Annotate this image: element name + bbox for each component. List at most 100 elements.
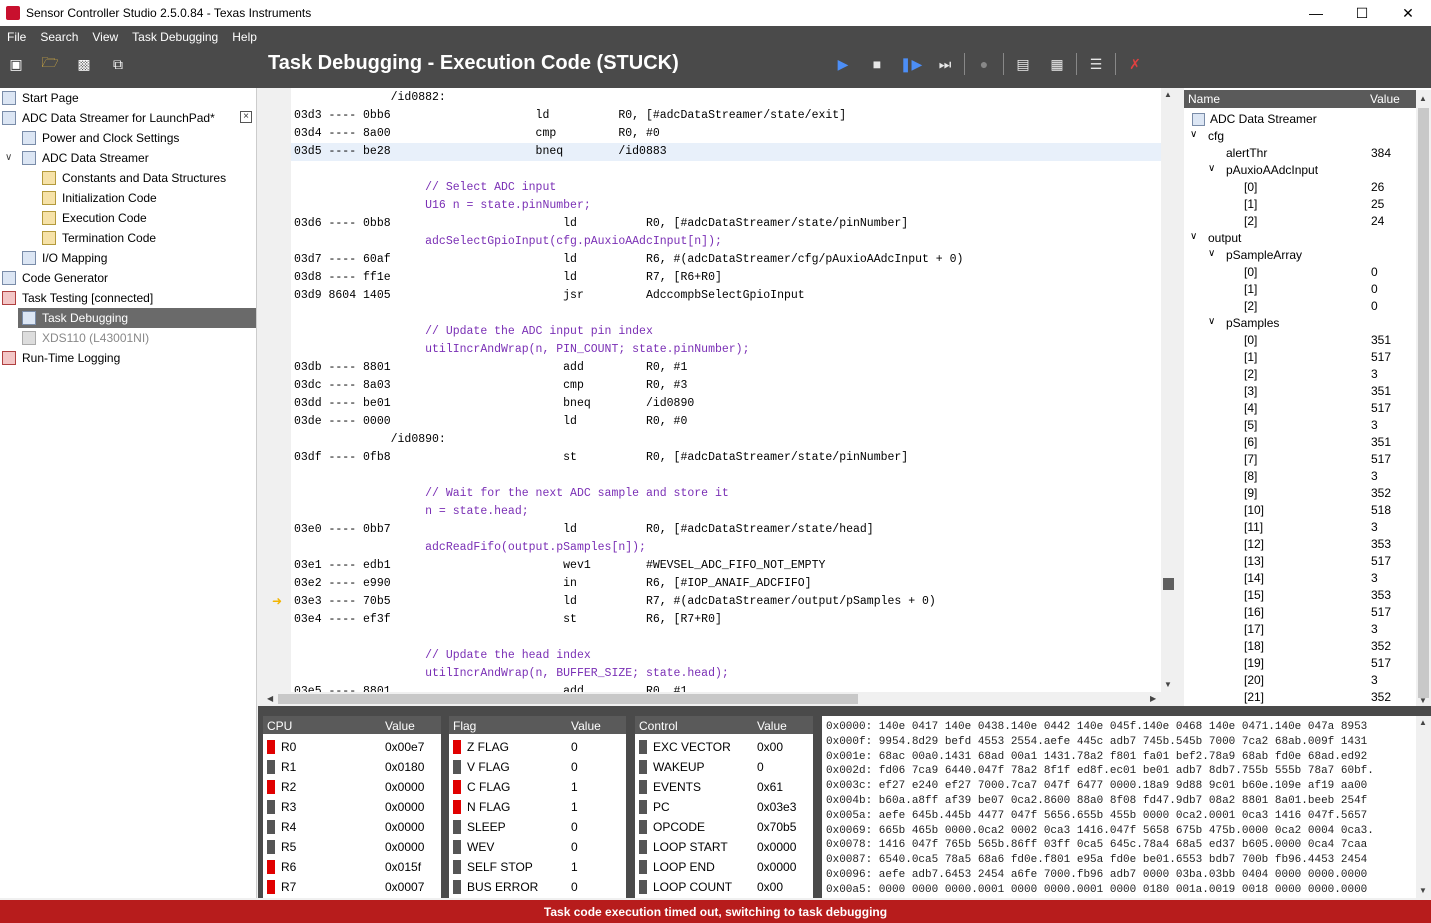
code-line[interactable]: 03d4 ---- 8a00 cmp R0, #0: [294, 125, 660, 143]
menu-file[interactable]: File: [0, 30, 33, 44]
editor-vertical-scrollbar[interactable]: ▲ ▼: [1161, 88, 1176, 692]
scroll-up-icon[interactable]: ▲: [1419, 94, 1427, 103]
register-row[interactable]: LOOP COUNT 0x00: [635, 877, 813, 897]
code-line[interactable]: 03d8 ---- ff1e ld R7, [R6+R0]: [294, 269, 722, 287]
watch-row[interactable]: [3] 351: [1186, 383, 1416, 400]
collapse-icon[interactable]: ∨: [1208, 248, 1215, 259]
watch-row[interactable]: ∨ pSamples: [1186, 315, 1416, 332]
code-line[interactable]: adcReadFifo(output.pSamples[n]);: [294, 539, 646, 557]
watch-row[interactable]: [14] 3: [1186, 570, 1416, 587]
menu-view[interactable]: View: [85, 30, 125, 44]
watch-scrollbar[interactable]: ▲ ▼: [1416, 90, 1431, 706]
hex-line[interactable]: 0x0069: 665b 465b 0000.0ca2 0002 0ca3 14…: [826, 824, 1374, 839]
register-row[interactable]: SLEEP 0: [449, 817, 626, 837]
code-line[interactable]: adcSelectGpioInput(cfg.pAuxioAAdcInput[n…: [294, 233, 722, 251]
open-folder-icon[interactable]: 🗁: [40, 54, 60, 74]
tree-exec-code[interactable]: Execution Code: [42, 208, 256, 228]
code-line[interactable]: 03e1 ---- edb1 wev1 #WEVSEL_ADC_FIFO_NOT…: [294, 557, 825, 575]
watch-row[interactable]: [0] 26: [1186, 179, 1416, 196]
hex-line[interactable]: 0x0000: 140e 0417 140e 0438.140e 0442 14…: [826, 720, 1367, 735]
register-row[interactable]: LOOP END 0x0000: [635, 857, 813, 877]
watch-row[interactable]: [2] 24: [1186, 213, 1416, 230]
code-line[interactable]: 03e3 ---- 70b5 ld R7, #(adcDataStreamer/…: [294, 593, 936, 611]
hex-line[interactable]: 0x00a5: 0000 0000 0000.0001 0000 0000.00…: [826, 883, 1367, 898]
breakpoint-icon[interactable]: ●: [967, 50, 1001, 78]
register-row[interactable]: R6 0x015f: [263, 857, 441, 877]
register-row[interactable]: C FLAG 1: [449, 777, 626, 797]
tree-start-page[interactable]: Start Page: [2, 88, 256, 108]
save-icon[interactable]: ▩: [74, 54, 94, 74]
code-line[interactable]: // Update the head index: [294, 647, 591, 665]
register-row[interactable]: EXC VECTOR 0x00: [635, 737, 813, 757]
code-line[interactable]: n = state.head;: [294, 503, 529, 521]
code-line[interactable]: 03e4 ---- ef3f st R6, [R7+R0]: [294, 611, 722, 629]
menu-search[interactable]: Search: [33, 30, 85, 44]
watch-row[interactable]: [8] 3: [1186, 468, 1416, 485]
register-row[interactable]: R3 0x0000: [263, 797, 441, 817]
list-view-icon[interactable]: ☰: [1079, 50, 1113, 78]
tree-task-testing[interactable]: Task Testing [connected]: [2, 288, 256, 308]
watch-row[interactable]: [0] 351: [1186, 332, 1416, 349]
collapse-icon[interactable]: ∨: [1190, 231, 1197, 242]
hex-scrollbar[interactable]: ▲ ▼: [1416, 716, 1431, 898]
document-view-icon[interactable]: ▦: [1040, 50, 1074, 78]
step-wev-icon[interactable]: ⏭: [928, 50, 962, 78]
code-line[interactable]: 03dc ---- 8a03 cmp R0, #3: [294, 377, 687, 395]
watch-row[interactable]: [15] 353: [1186, 587, 1416, 604]
code-line[interactable]: 03d7 ---- 60af ld R6, #(adcDataStreamer/…: [294, 251, 963, 269]
save-all-icon[interactable]: ⧉: [108, 54, 128, 74]
disconnect-icon[interactable]: ✗: [1118, 50, 1152, 78]
watch-row[interactable]: [21] 352: [1186, 689, 1416, 706]
code-line[interactable]: 03d3 ---- 0bb6 ld R0, [#adcDataStreamer/…: [294, 107, 846, 125]
tree-runtime-logging[interactable]: Run-Time Logging: [2, 348, 256, 368]
watch-row[interactable]: ∨ pSampleArray: [1186, 247, 1416, 264]
code-view-icon[interactable]: ▤: [1006, 50, 1040, 78]
tree-code-generator[interactable]: Code Generator: [2, 268, 256, 288]
scrollbar-thumb[interactable]: [278, 694, 858, 704]
collapse-icon[interactable]: ∨: [1208, 163, 1215, 174]
close-button[interactable]: ✕: [1385, 0, 1431, 26]
watch-row[interactable]: [10] 518: [1186, 502, 1416, 519]
watch-row[interactable]: ∨ output: [1186, 230, 1416, 247]
register-row[interactable]: WAKEUP 0: [635, 757, 813, 777]
watch-row[interactable]: [1] 0: [1186, 281, 1416, 298]
register-row[interactable]: WEV 0: [449, 837, 626, 857]
tree-init-code[interactable]: Initialization Code: [42, 188, 256, 208]
watch-row[interactable]: [0] 0: [1186, 264, 1416, 281]
maximize-button[interactable]: ☐: [1339, 0, 1385, 26]
menu-task-debugging[interactable]: Task Debugging: [125, 30, 225, 44]
scrollbar-thumb[interactable]: [1418, 108, 1429, 698]
hex-line[interactable]: 0x005a: aefe 645b.445b 4477 047f 5656.65…: [826, 809, 1367, 824]
watch-row[interactable]: [18] 352: [1186, 638, 1416, 655]
minimize-button[interactable]: —: [1293, 0, 1339, 26]
watch-row[interactable]: [19] 517: [1186, 655, 1416, 672]
menu-help[interactable]: Help: [225, 30, 264, 44]
watch-row[interactable]: [2] 3: [1186, 366, 1416, 383]
tree-constants[interactable]: Constants and Data Structures: [42, 168, 256, 188]
watch-row[interactable]: [11] 3: [1186, 519, 1416, 536]
watch-row[interactable]: [12] 353: [1186, 536, 1416, 553]
watch-row[interactable]: [9] 352: [1186, 485, 1416, 502]
code-line[interactable]: 03d5 ---- be28 bneq /id0883: [294, 143, 667, 161]
scroll-left-icon[interactable]: ◀: [267, 694, 273, 703]
scrollbar-thumb[interactable]: [1163, 578, 1174, 590]
code-line[interactable]: utilIncrAndWrap(n, BUFFER_SIZE; state.he…: [294, 665, 729, 683]
scroll-up-icon[interactable]: ▲: [1164, 90, 1172, 99]
collapse-icon[interactable]: ∨: [1208, 316, 1215, 327]
scroll-down-icon[interactable]: ▼: [1419, 696, 1427, 705]
collapse-icon[interactable]: ∨: [5, 152, 12, 163]
scroll-down-icon[interactable]: ▼: [1419, 886, 1427, 895]
tree-xds110[interactable]: XDS110 (L43001NI): [22, 328, 256, 348]
code-line[interactable]: 03d9 8604 1405 jsr AdccompbSelectGpioInp…: [294, 287, 805, 305]
watch-row[interactable]: [17] 3: [1186, 621, 1416, 638]
scroll-up-icon[interactable]: ▲: [1419, 718, 1427, 727]
memory-hex-view[interactable]: 0x0000: 140e 0417 140e 0438.140e 0442 14…: [822, 716, 1431, 898]
code-line[interactable]: // Select ADC input: [294, 179, 556, 197]
register-row[interactable]: R4 0x0000: [263, 817, 441, 837]
code-line[interactable]: // Wait for the next ADC sample and stor…: [294, 485, 729, 503]
code-line[interactable]: U16 n = state.pinNumber;: [294, 197, 591, 215]
hex-line[interactable]: 0x001e: 68ac 00a0.1431 68ad 00a1 1431.78…: [826, 750, 1367, 765]
register-row[interactable]: SELF STOP 1: [449, 857, 626, 877]
hex-line[interactable]: 0x0096: aefe adb7.6453 2454 a6fe 7000.fb…: [826, 868, 1367, 883]
watch-row[interactable]: [1] 517: [1186, 349, 1416, 366]
